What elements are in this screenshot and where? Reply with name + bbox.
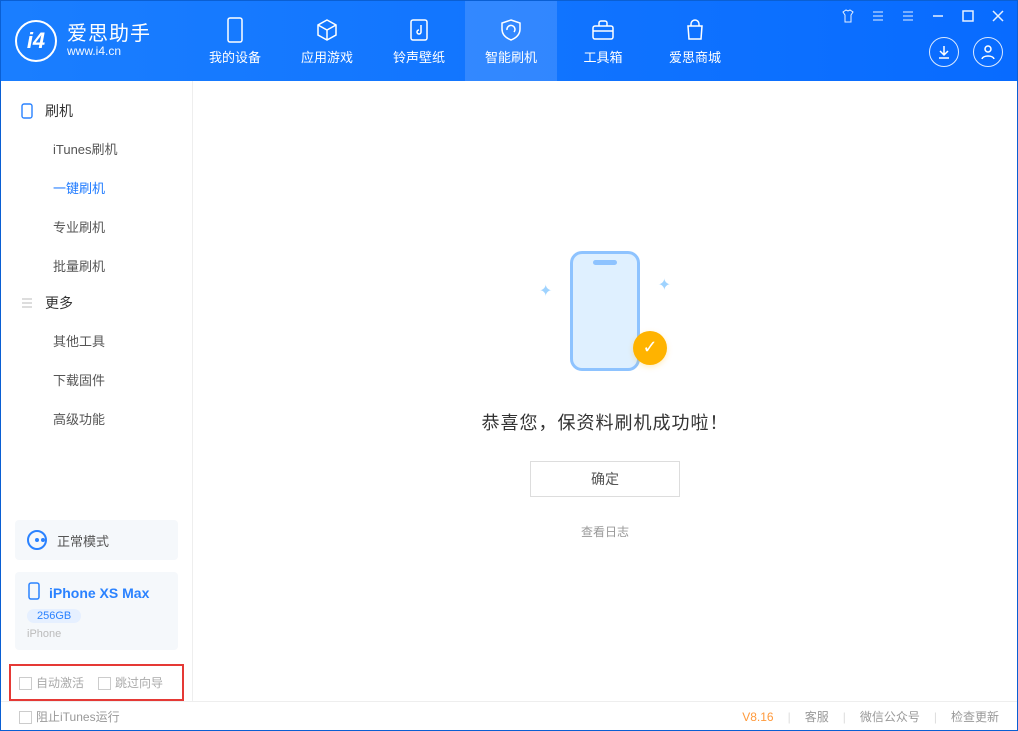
device-capacity: 256GB [27, 609, 81, 623]
logo-icon: i4 [15, 20, 57, 62]
success-illustration: ✦ ✦ ✓ [545, 243, 665, 383]
device-icon [222, 17, 248, 43]
phone-illustration [570, 251, 640, 371]
checkmark-badge-icon: ✓ [633, 331, 667, 365]
phone-icon [27, 582, 41, 603]
tab-apps-games[interactable]: 应用游戏 [281, 1, 373, 81]
user-button[interactable] [973, 37, 1003, 67]
link-check-update[interactable]: 检查更新 [951, 708, 999, 725]
sidebar-item-advanced[interactable]: 高级功能 [1, 399, 192, 438]
tab-store[interactable]: 爱思商城 [649, 1, 741, 81]
sidebar-item-batch-flash[interactable]: 批量刷机 [1, 246, 192, 285]
brand-url: www.i4.cn [67, 45, 151, 58]
device-sub: iPhone [27, 628, 166, 640]
tab-smart-flash[interactable]: 智能刷机 [465, 1, 557, 81]
status-bar: 阻止iTunes运行 V8.16 | 客服 | 微信公众号 | 检查更新 [1, 701, 1017, 731]
mode-label: 正常模式 [57, 531, 109, 550]
sidebar-item-pro-flash[interactable]: 专业刷机 [1, 207, 192, 246]
tab-label: 工具箱 [583, 47, 622, 66]
brand-name: 爱思助手 [67, 23, 151, 45]
tab-label: 我的设备 [209, 47, 261, 66]
section-title: 刷机 [45, 101, 73, 121]
toolbox-icon [590, 17, 616, 43]
tab-label: 爱思商城 [669, 47, 721, 66]
tab-toolbox[interactable]: 工具箱 [557, 1, 649, 81]
sidebar: 刷机 iTunes刷机 一键刷机 专业刷机 批量刷机 更多 其他工具 下载固件 … [1, 81, 193, 701]
menu-icon[interactable] [899, 7, 917, 25]
sidebar-section-flash: 刷机 [1, 93, 192, 129]
shirt-icon[interactable] [839, 7, 857, 25]
maximize-button[interactable] [959, 7, 977, 25]
list-icon[interactable] [869, 7, 887, 25]
close-button[interactable] [989, 7, 1007, 25]
download-button[interactable] [929, 37, 959, 67]
app-logo: i4 爱思助手 www.i4.cn [15, 1, 189, 81]
success-message: 恭喜您，保资料刷机成功啦！ [482, 409, 729, 435]
list-icon [19, 295, 35, 311]
device-name: iPhone XS Max [49, 585, 149, 601]
top-navbar: i4 爱思助手 www.i4.cn 我的设备 应用游戏 铃声壁纸 智能刷机 工具… [1, 1, 1017, 81]
ok-button[interactable]: 确定 [530, 461, 680, 497]
flash-options-highlighted: 自动激活 跳过向导 [9, 664, 184, 701]
music-note-icon [406, 17, 432, 43]
section-title: 更多 [45, 293, 73, 313]
mode-icon [27, 530, 47, 550]
window-controls [839, 7, 1007, 25]
checkbox-stop-itunes[interactable]: 阻止iTunes运行 [19, 708, 120, 725]
link-wechat[interactable]: 微信公众号 [860, 708, 920, 725]
bag-icon [682, 17, 708, 43]
tab-label: 铃声壁纸 [393, 47, 445, 66]
sidebar-item-itunes-flash[interactable]: iTunes刷机 [1, 129, 192, 168]
main-area: 刷机 iTunes刷机 一键刷机 专业刷机 批量刷机 更多 其他工具 下载固件 … [1, 81, 1017, 701]
nav-tabs: 我的设备 应用游戏 铃声壁纸 智能刷机 工具箱 爱思商城 [189, 1, 741, 81]
tab-ringtones-wallpapers[interactable]: 铃声壁纸 [373, 1, 465, 81]
phone-icon [19, 103, 35, 119]
view-log-link[interactable]: 查看日志 [581, 523, 629, 540]
version-label: V8.16 [742, 710, 773, 724]
link-support[interactable]: 客服 [805, 708, 829, 725]
sparkle-icon: ✦ [539, 281, 552, 301]
content-pane: ✦ ✦ ✓ 恭喜您，保资料刷机成功啦！ 确定 查看日志 [193, 81, 1017, 701]
minimize-button[interactable] [929, 7, 947, 25]
header-action-buttons [929, 37, 1003, 67]
sidebar-item-download-firmware[interactable]: 下载固件 [1, 360, 192, 399]
sparkle-icon: ✦ [658, 275, 671, 295]
tab-label: 智能刷机 [485, 47, 537, 66]
checkbox-auto-activate[interactable]: 自动激活 [19, 674, 84, 691]
sidebar-item-other-tools[interactable]: 其他工具 [1, 321, 192, 360]
tab-label: 应用游戏 [301, 47, 353, 66]
device-info-box[interactable]: iPhone XS Max 256GB iPhone [15, 572, 178, 650]
sidebar-section-more: 更多 [1, 285, 192, 321]
sidebar-item-oneclick-flash[interactable]: 一键刷机 [1, 168, 192, 207]
device-mode-box[interactable]: 正常模式 [15, 520, 178, 560]
tab-my-device[interactable]: 我的设备 [189, 1, 281, 81]
checkbox-skip-guide[interactable]: 跳过向导 [98, 674, 163, 691]
cube-icon [314, 17, 340, 43]
refresh-shield-icon [498, 17, 524, 43]
